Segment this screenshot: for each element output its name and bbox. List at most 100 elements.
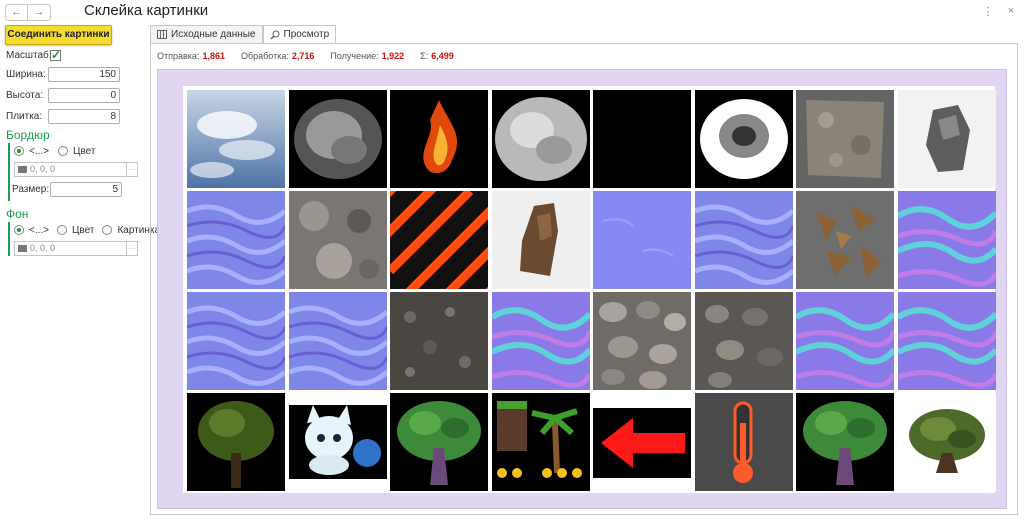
background-color-picker-button[interactable]: ... [126, 241, 138, 256]
merged-image [183, 86, 996, 493]
border-default-label: <...> [29, 145, 50, 157]
background-color-label: Цвет [72, 224, 95, 236]
border-options: <...> Цвет [14, 143, 138, 159]
tile-label: Плитка: [6, 111, 43, 122]
scale-checkbox[interactable] [50, 48, 61, 62]
height-label: Высота: [6, 90, 44, 101]
tab-bar: Исходные данные Просмотр [150, 25, 337, 44]
width-field[interactable]: 150 [48, 67, 120, 82]
stat-process: Обработка: 2,716 [241, 51, 314, 61]
tile-tree-cartoon [796, 393, 894, 491]
background-section-title: Фон [6, 207, 29, 221]
tile-cat-cartoon [288, 393, 387, 491]
color-swatch-icon [18, 166, 27, 173]
tile-leaves-brown [796, 191, 894, 289]
tile-noise-gray [491, 90, 590, 188]
border-group: <...> Цвет 0, 0, 0 ... Размер: 5 [8, 143, 138, 201]
more-menu-icon[interactable]: ⋮ [983, 5, 994, 18]
stat-receive-label: Получение: [330, 51, 379, 61]
border-color-value: 0, 0, 0 [30, 164, 56, 174]
tile-pebbles-dark [694, 292, 793, 390]
grid-icon [157, 30, 167, 39]
forward-arrow-icon[interactable]: → [28, 5, 50, 20]
stat-send-value: 1,861 [202, 51, 225, 61]
tile-normal-map-green [491, 292, 590, 390]
tile-normal-map [187, 292, 285, 390]
background-color-field[interactable]: 0, 0, 0 ... [14, 241, 160, 256]
height-field[interactable]: 0 [48, 88, 120, 103]
tile-black [593, 90, 691, 188]
tab-preview[interactable]: Просмотр [262, 25, 337, 44]
tile-sky-clouds [187, 90, 285, 188]
tile-normal-map [288, 292, 387, 390]
tile-field[interactable]: 8 [48, 109, 120, 124]
border-size-field[interactable]: 5 [50, 182, 122, 197]
tile-palm-sprites [491, 393, 590, 491]
border-color-label: Цвет [73, 145, 96, 157]
tile-rock-gray [796, 90, 894, 188]
tile-stone [897, 90, 996, 188]
main-area: Исходные данные Просмотр Отправка: 1,861 … [150, 25, 1020, 515]
tile-tree-bush [897, 393, 996, 491]
tab-preview-label: Просмотр [283, 29, 330, 40]
title-bar: ← → Склейка картинки ⋮ × [0, 0, 1024, 24]
border-color-value-box: 0, 0, 0 [14, 162, 126, 177]
nav-buttons: ← → [5, 4, 51, 21]
preview-pane: Отправка: 1,861 Обработка: 2,716 Получение… [150, 43, 1018, 515]
background-color-value: 0, 0, 0 [30, 243, 56, 253]
height-row: Высота: 0 [6, 88, 120, 103]
tile-normal-map [187, 191, 285, 289]
border-default-radio[interactable] [14, 146, 24, 156]
tab-source-data[interactable]: Исходные данные [150, 25, 263, 43]
stat-receive-value: 1,922 [381, 51, 405, 61]
close-icon[interactable]: × [1008, 5, 1014, 18]
tile-normal-map-green [796, 292, 894, 390]
tile-normal-map-green [897, 292, 996, 390]
border-size-row: Размер: 5 [8, 182, 138, 197]
stat-sum: Σ: 6,499 [420, 51, 454, 61]
stat-sum-label: Σ: [420, 51, 429, 61]
background-default-label: <...> [29, 224, 50, 236]
border-color-field[interactable]: 0, 0, 0 ... [14, 162, 138, 177]
scale-label: Масштаб: [6, 50, 52, 61]
tile-ground-dark [390, 292, 488, 390]
stat-send: Отправка: 1,861 [157, 51, 225, 61]
tile-tree-cartoon [390, 393, 488, 491]
border-size-label: Размер: [12, 184, 50, 195]
tab-source-data-label: Исходные данные [171, 28, 256, 40]
tile-pebbles [593, 292, 691, 390]
background-default-radio[interactable] [14, 225, 24, 235]
merge-button[interactable]: Соединить картинки [5, 25, 112, 45]
background-picture-radio[interactable] [102, 225, 113, 235]
border-section-title: Бордюр [6, 128, 50, 142]
tile-tree-dark [187, 393, 285, 491]
scale-row: Масштаб: [6, 48, 61, 62]
timing-stats: Отправка: 1,861 Обработка: 2,716 Получение… [157, 51, 470, 61]
back-arrow-icon[interactable]: ← [6, 5, 28, 20]
border-color-picker-button[interactable]: ... [126, 162, 138, 177]
background-color-value-box: 0, 0, 0 [14, 241, 126, 256]
tile-normal-map [694, 191, 793, 289]
stat-process-value: 2,716 [291, 51, 315, 61]
search-icon [269, 30, 279, 40]
tile-normal-map-green [897, 191, 996, 289]
window-title: Склейка картинки [84, 2, 209, 19]
tile-normal-map-flat [593, 191, 691, 289]
stat-process-label: Обработка: [240, 51, 289, 61]
background-options: <...> Цвет Картинка [14, 222, 160, 238]
stat-receive: Получение: 1,922 [330, 51, 404, 61]
width-row: Ширина: 150 [6, 67, 120, 82]
border-color-radio[interactable] [58, 146, 69, 156]
width-label: Ширина: [6, 69, 46, 80]
color-swatch-icon [18, 245, 27, 252]
tile-rock-texture [288, 191, 387, 289]
stat-sum-value: 6,499 [431, 51, 454, 61]
background-color-radio[interactable] [57, 225, 68, 235]
tile-smoke-white [694, 90, 793, 188]
merged-image-canvas [157, 69, 1007, 509]
window-controls: ⋮ × [983, 5, 1014, 18]
background-group: <...> Цвет Картинка 0, 0, 0 ... [8, 222, 160, 256]
stat-send-label: Отправка: [157, 51, 200, 61]
tile-red-arrow [593, 393, 691, 491]
tile-row: Плитка: 8 [6, 109, 120, 124]
